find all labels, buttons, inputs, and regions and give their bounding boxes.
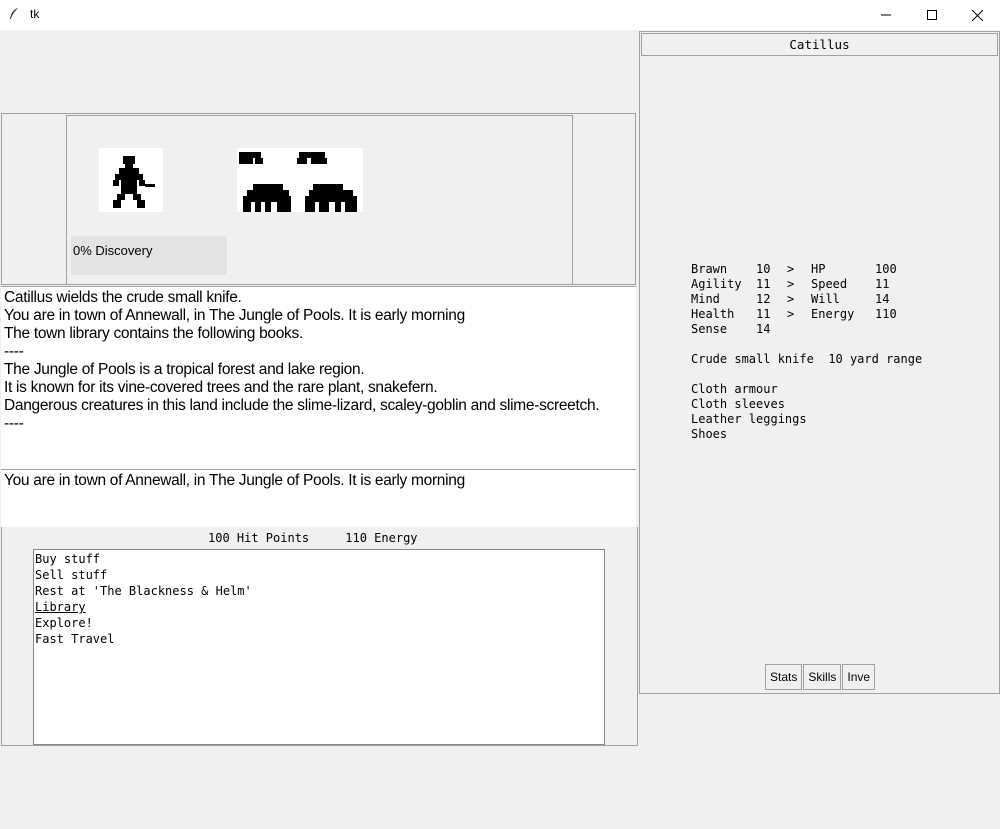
maximize-button[interactable] bbox=[909, 0, 955, 30]
weapon-range: 10 yard range bbox=[828, 352, 923, 366]
stat-name: Sense bbox=[691, 322, 728, 336]
log-line: ---- bbox=[4, 343, 24, 360]
action-rest[interactable]: Rest at 'The Blackness & Helm' bbox=[35, 583, 604, 599]
armour-item: Shoes bbox=[691, 427, 728, 441]
status-line: 100 Hit Points 110 Energy bbox=[208, 531, 418, 545]
derived-value: 100 bbox=[875, 262, 897, 276]
stat-value: 14 bbox=[756, 322, 771, 336]
weapon-name: Crude small knife bbox=[691, 352, 814, 366]
derived-value: 110 bbox=[875, 307, 897, 321]
stat-value: 10 bbox=[756, 262, 771, 276]
close-icon bbox=[971, 9, 983, 21]
enemy-right bbox=[297, 152, 357, 212]
stat-arrow: > bbox=[787, 292, 795, 306]
stat-name: Health bbox=[691, 307, 735, 321]
enemy-sprites bbox=[237, 148, 363, 212]
tab-stats[interactable]: Stats bbox=[765, 664, 803, 690]
stats-table: Brawn 10 > HP 100 Agility 11 > Speed 11 … bbox=[691, 262, 915, 337]
action-sell[interactable]: Sell stuff bbox=[35, 567, 604, 583]
tab-skills[interactable]: Skills bbox=[803, 664, 842, 690]
derived-name: HP bbox=[811, 262, 826, 276]
action-explore[interactable]: Explore! bbox=[35, 615, 604, 631]
derived-value bbox=[875, 322, 915, 337]
action-fast-travel[interactable]: Fast Travel bbox=[35, 631, 604, 647]
stat-name: Mind bbox=[691, 292, 720, 306]
action-library[interactable]: Library bbox=[35, 599, 604, 615]
discovery-label: 0% Discovery bbox=[71, 236, 227, 275]
derived-name: Will bbox=[811, 292, 840, 306]
armour-item: Leather leggings bbox=[691, 412, 807, 426]
log-line: The Jungle of Pools is a tropical forest… bbox=[4, 361, 365, 378]
log-line: It is known for its vine-covered trees a… bbox=[4, 379, 438, 396]
derived-name: Speed bbox=[811, 277, 848, 291]
stat-row-sense: Sense 14 bbox=[691, 322, 915, 337]
derived-value: 11 bbox=[875, 277, 890, 291]
derived-name: Energy bbox=[811, 307, 855, 321]
stat-arrow: > bbox=[787, 277, 795, 291]
stat-arrow bbox=[787, 322, 811, 337]
message-log[interactable]: Catillus wields the crude small knife. Y… bbox=[1, 286, 636, 470]
armour-list: Cloth armour Cloth sleeves Leather leggi… bbox=[691, 382, 807, 442]
weapon-line: Crude small knife 10 yard range bbox=[691, 352, 922, 366]
energy-status: 110 Energy bbox=[345, 531, 418, 545]
location-text: You are in town of Annewall, in The Jung… bbox=[1, 470, 636, 527]
minimize-icon bbox=[881, 14, 891, 16]
stat-row-health: Health 11 > Energy 110 bbox=[691, 307, 915, 322]
character-name: Catillus bbox=[641, 33, 998, 56]
feather-icon bbox=[10, 8, 18, 19]
stat-row-agility: Agility 11 > Speed 11 bbox=[691, 277, 915, 292]
window-title: tk bbox=[30, 7, 40, 21]
stat-value: 11 bbox=[756, 307, 771, 321]
stat-arrow: > bbox=[787, 262, 795, 276]
stat-arrow: > bbox=[787, 307, 795, 321]
close-button[interactable] bbox=[954, 0, 1000, 30]
stat-value: 12 bbox=[756, 292, 771, 306]
stat-name: Brawn bbox=[691, 262, 728, 276]
armour-item: Cloth sleeves bbox=[691, 397, 785, 411]
armour-item: Cloth armour bbox=[691, 382, 778, 396]
action-listbox[interactable]: Buy stuff Sell stuff Rest at 'The Blackn… bbox=[33, 549, 605, 745]
log-line: Catillus wields the crude small knife. bbox=[4, 289, 242, 306]
log-line: The town library contains the following … bbox=[4, 325, 303, 342]
title-bar bbox=[0, 0, 1000, 30]
maximize-icon bbox=[927, 10, 937, 20]
hp-status: 100 Hit Points bbox=[208, 531, 310, 545]
stat-row-mind: Mind 12 > Will 14 bbox=[691, 292, 915, 307]
derived-name bbox=[811, 322, 875, 337]
panel-tabs: Stats Skills Inve bbox=[765, 664, 876, 690]
log-line: ---- bbox=[4, 415, 24, 432]
derived-value: 14 bbox=[875, 292, 890, 306]
player-sprite bbox=[99, 148, 163, 212]
stat-value: 11 bbox=[756, 277, 771, 291]
tab-inventory[interactable]: Inve bbox=[842, 664, 876, 690]
minimize-button[interactable] bbox=[863, 0, 909, 30]
log-line: You are in town of Annewall, in The Jung… bbox=[4, 307, 465, 324]
action-buy[interactable]: Buy stuff bbox=[35, 551, 604, 567]
log-line: Dangerous creatures in this land include… bbox=[4, 397, 600, 414]
stat-name: Agility bbox=[691, 277, 742, 291]
stat-row-brawn: Brawn 10 > HP 100 bbox=[691, 262, 915, 277]
